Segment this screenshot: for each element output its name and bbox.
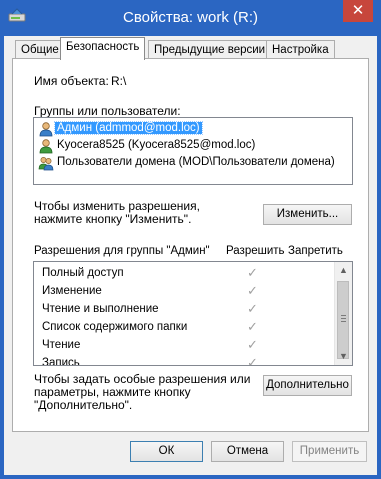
change-hint-line1: Чтобы изменить разрешения, (34, 199, 200, 213)
change-button[interactable]: Изменить... (263, 204, 352, 225)
deny-column-header: Запретить (288, 245, 343, 257)
groups-label: Группы или пользователи: (34, 104, 181, 118)
allow-check-icon: ✓ (247, 355, 258, 366)
permission-row: Изменение ✓ (42, 283, 322, 301)
grip-line (341, 321, 346, 322)
allow-check-icon: ✓ (247, 301, 258, 316)
security-tab-panel: Имя объекта: R:\ Группы или пользователи… (12, 58, 369, 432)
user-icon (39, 122, 53, 137)
groups-listbox[interactable]: Админ (admmod@mod.loc) Kyocera8525 (Kyoc… (33, 117, 353, 185)
scroll-down-icon[interactable]: ▼ (335, 348, 352, 365)
properties-window: Свойства: work (R:) ✕ Общие Безопасность… (0, 0, 381, 479)
user-icon (39, 139, 53, 154)
tab-security[interactable]: Безопасность (60, 37, 146, 60)
group-item-label: Админ (admmod@mod.loc) (54, 121, 203, 135)
allow-check-icon: ✓ (247, 265, 258, 280)
permissions-header: Разрешения для группы "Админ" (34, 245, 210, 257)
allow-check-icon: ✓ (247, 319, 258, 334)
permission-row: Чтение и выполнение ✓ (42, 301, 322, 319)
permission-row: Полный доступ ✓ (42, 265, 322, 283)
tab-previous-versions[interactable]: Предыдущие версии (148, 40, 272, 59)
permission-name: Список содержимого папки (42, 321, 188, 333)
permission-name: Полный доступ (42, 267, 124, 279)
group-item-label: Kyocera8525 (Kyocera8525@mod.loc) (57, 139, 256, 151)
ok-button[interactable]: ОК (130, 441, 203, 462)
grip-line (341, 315, 346, 316)
group-icon (38, 157, 54, 171)
window-title: Свойства: work (R:) (122, 9, 259, 26)
allow-check-icon: ✓ (247, 337, 258, 352)
permissions-scrollbar[interactable]: ▲ ▼ (334, 262, 352, 365)
grip-line (341, 318, 346, 319)
permission-row: Список содержимого папки ✓ (42, 319, 322, 337)
permission-row: Чтение ✓ (42, 337, 322, 355)
advanced-button[interactable]: Дополнительно (263, 375, 352, 396)
cancel-button[interactable]: Отмена (211, 441, 284, 462)
object-name-label: Имя объекта: (34, 74, 109, 88)
permission-row: Запись ✓ (42, 355, 322, 366)
advanced-hint-line2: параметры, нажмите кнопку (34, 385, 191, 399)
permission-name: Чтение (42, 339, 81, 351)
object-name-value: R:\ (111, 74, 127, 88)
close-button[interactable]: ✕ (343, 0, 373, 22)
change-hint-line2: нажмите кнопку "Изменить". (34, 212, 192, 226)
permission-name: Чтение и выполнение (42, 303, 159, 315)
dialog-client: Общие Безопасность Предыдущие версии Нас… (4, 36, 377, 475)
advanced-hint-line3: "Дополнительно". (34, 398, 133, 412)
permission-name: Изменение (42, 285, 102, 297)
apply-button[interactable]: Применить (292, 441, 367, 462)
permission-name: Запись (42, 357, 80, 366)
group-item-label: Пользователи домена (MOD\Пользователи до… (57, 156, 335, 168)
allow-check-icon: ✓ (247, 283, 258, 298)
tab-general[interactable]: Общие (15, 40, 65, 59)
advanced-hint-line1: Чтобы задать особые разрешения или (34, 372, 251, 386)
scroll-up-icon[interactable]: ▲ (335, 262, 352, 279)
tab-customize[interactable]: Настройка (266, 40, 335, 59)
allow-column-header: Разрешить (226, 245, 285, 257)
permissions-listbox[interactable]: Полный доступ ✓ Изменение ✓ Чтение и вып… (33, 261, 353, 366)
title-bar[interactable]: Свойства: work (R:) ✕ (0, 0, 381, 36)
